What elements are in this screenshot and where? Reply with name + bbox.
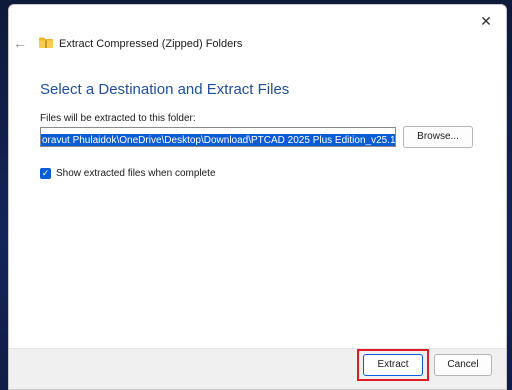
show-files-label: Show extracted files when complete [56, 168, 216, 179]
close-icon[interactable]: ✕ [476, 11, 496, 31]
destination-path-input[interactable]: oravut Phulaidok\OneDrive\Desktop\Downlo… [40, 127, 396, 147]
cancel-button[interactable]: Cancel [434, 354, 492, 376]
browse-button[interactable]: Browse... [403, 126, 473, 148]
page-heading: Select a Destination and Extract Files [40, 81, 290, 98]
destination-label: Files will be extracted to this folder: [40, 113, 196, 124]
destination-path-text: oravut Phulaidok\OneDrive\Desktop\Downlo… [41, 134, 395, 146]
zip-folder-icon [39, 37, 53, 48]
extract-dialog: ✕ ← Extract Compressed (Zipped) Folders … [8, 4, 507, 390]
show-files-checkbox[interactable]: ✓ [40, 168, 51, 179]
extract-button[interactable]: Extract [363, 354, 423, 376]
back-arrow-icon[interactable]: ← [13, 35, 29, 51]
window-title: Extract Compressed (Zipped) Folders [59, 38, 243, 50]
dialog-footer [9, 348, 506, 389]
